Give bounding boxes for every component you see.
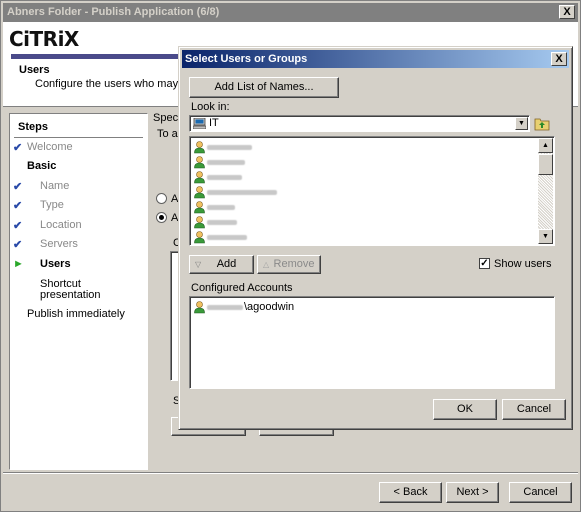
- check-icon: ✔: [13, 239, 23, 251]
- steps-title: Steps: [18, 121, 48, 133]
- step-publish-immediately: Publish immediately: [27, 308, 125, 320]
- close-icon[interactable]: X: [559, 5, 575, 19]
- step-label: Type: [40, 199, 64, 211]
- remove-button-label: Remove: [273, 258, 315, 270]
- configured-accounts-list[interactable]: \agoodwin: [189, 296, 555, 389]
- obscured-username: [207, 235, 247, 240]
- obscured-username: [207, 175, 242, 180]
- window-titlebar[interactable]: Abners Folder - Publish Application (6/8…: [3, 3, 578, 22]
- window-title: Abners Folder - Publish Application (6/8…: [7, 6, 220, 18]
- look-in-value: IT: [209, 117, 219, 129]
- configured-account-name: \agoodwin: [244, 301, 295, 313]
- dialog-cancel-button[interactable]: Cancel: [502, 399, 566, 420]
- user-icon: [194, 201, 205, 214]
- obscured-username: [207, 145, 252, 150]
- citrix-logo: CiTRiX: [9, 27, 79, 51]
- computer-icon: [193, 118, 206, 129]
- obscured-username: [207, 220, 237, 225]
- up-folder-icon[interactable]: [534, 116, 550, 131]
- check-icon: ✔: [13, 200, 23, 212]
- user-icon: [194, 301, 205, 314]
- next-button[interactable]: Next >: [446, 482, 499, 503]
- step-users: ► Users: [13, 258, 71, 270]
- remove-arrow-icon: △: [263, 260, 270, 269]
- check-icon: ✔: [13, 220, 23, 232]
- step-label: Location: [40, 219, 82, 231]
- user-icon: [194, 231, 205, 244]
- user-icon: [194, 171, 205, 184]
- step-type: ✔ Type: [13, 199, 64, 212]
- look-in-label: Look in:: [191, 101, 230, 113]
- users-list-scrollbar[interactable]: ▲ ▼: [538, 138, 553, 244]
- step-welcome: ✔ Welcome: [13, 141, 73, 154]
- add-button-label: Add: [216, 258, 237, 270]
- ok-button[interactable]: OK: [433, 399, 497, 420]
- check-icon: ✔: [13, 181, 23, 193]
- add-arrow-icon: ▽: [195, 260, 202, 269]
- radio-all-explicit[interactable]: [156, 212, 167, 223]
- dialog-titlebar[interactable]: Select Users or Groups X: [182, 50, 569, 68]
- close-icon[interactable]: X: [551, 52, 567, 66]
- show-users-label: Show users: [494, 258, 552, 270]
- step-label: Welcome: [27, 141, 73, 153]
- show-users-checkbox[interactable]: ✓: [479, 258, 490, 269]
- scroll-up-icon[interactable]: ▲: [538, 138, 553, 153]
- chevron-down-icon[interactable]: ▼: [515, 117, 528, 130]
- look-in-select[interactable]: IT ▼: [189, 115, 530, 132]
- obscured-username: [207, 190, 277, 195]
- user-icon: [194, 156, 205, 169]
- radio-all-anonymous[interactable]: [156, 193, 167, 204]
- step-name: ✔ Name: [13, 180, 70, 193]
- step-servers: ✔ Servers: [13, 238, 78, 251]
- steps-panel: Steps ✔ Welcome Basic ✔ Name ✔ Type ✔ Lo…: [9, 113, 148, 470]
- step-label: Name: [40, 180, 70, 192]
- step-location: ✔ Location: [13, 219, 82, 232]
- cancel-button[interactable]: Cancel: [509, 482, 572, 503]
- remove-button[interactable]: △ Remove: [257, 255, 321, 274]
- step-shortcut-line2: presentation: [40, 289, 101, 301]
- obscured-username: [207, 205, 235, 210]
- dialog-title: Select Users or Groups: [185, 53, 308, 65]
- current-step-arrow-icon: ►: [13, 258, 24, 270]
- obscured-username: [207, 160, 245, 165]
- configured-accounts-label: Configured Accounts: [191, 282, 293, 294]
- step-label: Publish immediately: [27, 308, 125, 320]
- step-label: presentation: [40, 289, 101, 301]
- user-icon: [194, 216, 205, 229]
- step-label: Basic: [27, 160, 57, 172]
- user-icon: [194, 141, 205, 154]
- select-users-dialog: Select Users or Groups X Add List of Nam…: [178, 46, 573, 430]
- step-label: Servers: [40, 238, 78, 250]
- user-icon: [194, 186, 205, 199]
- steps-divider: [14, 137, 143, 138]
- check-icon: ✔: [13, 142, 23, 154]
- step-basic: Basic: [27, 160, 56, 172]
- add-button[interactable]: ▽ Add: [189, 255, 254, 274]
- back-button[interactable]: < Back: [379, 482, 442, 503]
- obscured-domain: [207, 305, 243, 310]
- scroll-thumb[interactable]: [538, 154, 553, 175]
- footer-divider: [3, 472, 578, 474]
- add-list-of-names-button[interactable]: Add List of Names...: [189, 77, 339, 98]
- page-title: Users: [19, 64, 50, 76]
- scroll-down-icon[interactable]: ▼: [538, 229, 553, 244]
- users-list[interactable]: ▲ ▼: [189, 136, 555, 246]
- step-label: Users: [40, 258, 71, 270]
- logo-bar: [11, 54, 181, 59]
